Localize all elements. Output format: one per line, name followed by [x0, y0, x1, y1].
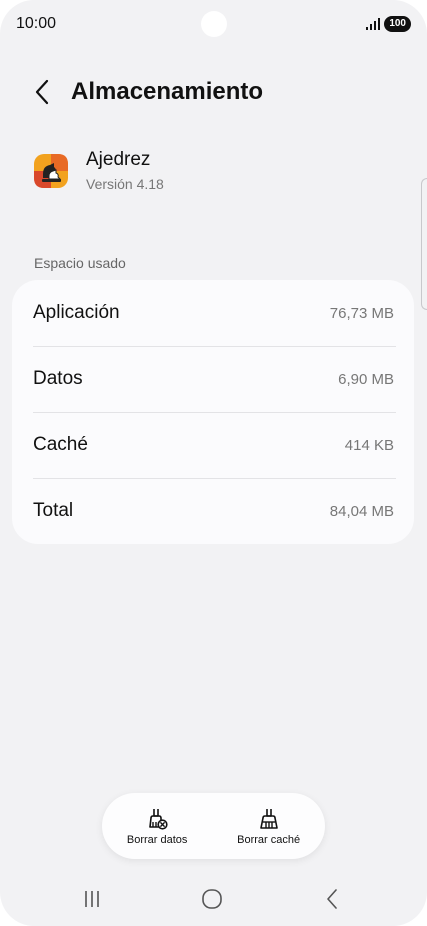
broom-clear-data-icon — [149, 808, 168, 830]
clear-cache-label: Borrar caché — [237, 833, 301, 846]
storage-row-data: Datos 6,90 MB — [12, 346, 414, 412]
back-nav-button[interactable] — [317, 884, 347, 914]
storage-row-label: Total — [33, 500, 74, 521]
recents-button[interactable] — [77, 884, 107, 914]
edge-panel-handle[interactable] — [421, 178, 427, 310]
front-camera — [201, 11, 227, 37]
storage-row-label: Aplicación — [33, 302, 120, 323]
clear-data-button[interactable]: Borrar datos — [126, 807, 188, 846]
storage-row-value: 6,90 MB — [338, 370, 394, 388]
app-version: Versión 4.18 — [86, 176, 164, 192]
broom-icon — [259, 808, 278, 829]
app-name: Ajedrez — [86, 149, 151, 170]
action-bar: Borrar datos Borrar caché — [102, 793, 325, 859]
chess-app-icon — [34, 154, 68, 188]
status-icons: 100 — [366, 16, 411, 32]
storage-row-app: Aplicación 76,73 MB — [12, 280, 414, 346]
status-time: 10:00 — [16, 15, 57, 32]
recents-icon — [85, 891, 99, 907]
navigation-bar — [0, 884, 427, 914]
home-button[interactable] — [197, 884, 227, 914]
battery-indicator: 100 — [384, 16, 411, 32]
storage-row-label: Caché — [33, 434, 88, 455]
home-icon — [202, 889, 222, 909]
signal-icon — [366, 18, 381, 30]
storage-row-total: Total 84,04 MB — [12, 478, 414, 544]
storage-card: Aplicación 76,73 MB Datos 6,90 MB Caché … — [12, 280, 414, 544]
clear-data-label: Borrar datos — [126, 833, 188, 846]
clear-cache-button[interactable]: Borrar caché — [237, 807, 300, 846]
back-button[interactable] — [28, 76, 56, 108]
storage-row-value: 414 KB — [344, 436, 394, 454]
storage-row-cache: Caché 414 KB — [12, 412, 414, 478]
back-icon — [327, 889, 337, 909]
chevron-left-icon — [35, 79, 49, 105]
storage-row-value: 76,73 MB — [329, 304, 394, 322]
section-label-used-space: Espacio usado — [34, 255, 126, 271]
storage-row-value: 84,04 MB — [329, 502, 394, 520]
screen: 10:00 100 Almacenamiento Ajedrez Versión… — [0, 0, 427, 926]
page-title: Almacenamiento — [71, 78, 264, 105]
storage-row-label: Datos — [33, 368, 83, 389]
